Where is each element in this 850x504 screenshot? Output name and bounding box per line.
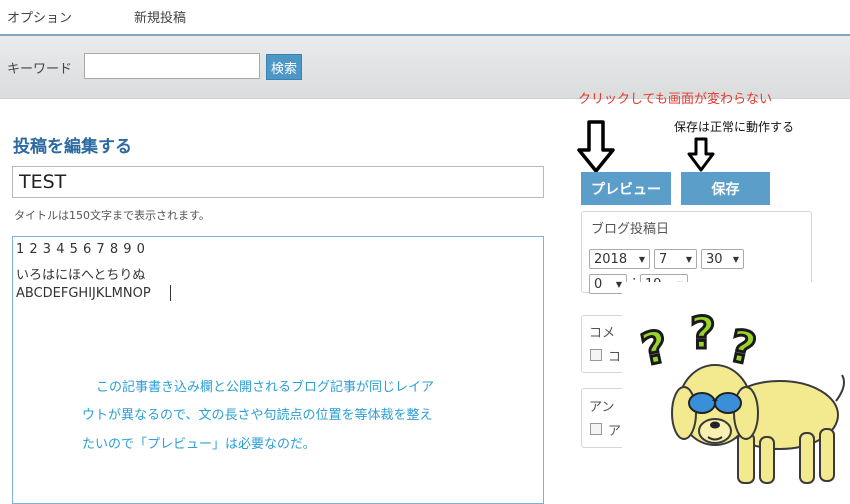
chevron-down-icon: ▼ (638, 254, 645, 264)
search-input[interactable] (84, 53, 260, 79)
month-select[interactable]: 7 ▼ (654, 249, 697, 269)
comments-checkbox[interactable] (590, 349, 602, 361)
top-nav (0, 0, 850, 36)
answer-checkbox-label: ア (608, 424, 622, 439)
title-note: タイトルは150文字まで表示されます。 (14, 209, 210, 222)
post-date-title: ブログ投稿日 (591, 222, 670, 237)
chevron-down-icon: ▼ (732, 254, 739, 264)
preview-broken-note: クリックしても画面が変わらない (578, 92, 772, 107)
year-value: 2018 (594, 251, 628, 267)
arrow-down-outline-icon (577, 120, 615, 173)
body-line: いろはにほへとちりぬ (16, 268, 146, 283)
body-line: ABCDEFGHIJKLMNOP (16, 286, 151, 301)
search-label: キーワード (7, 62, 73, 77)
chevron-down-icon: ▼ (685, 254, 692, 264)
title-input[interactable] (12, 166, 544, 198)
day-value: 30 (706, 251, 723, 267)
hour-value: 0 (594, 276, 603, 292)
annotation-line: この記事書き込み欄と公開されるブログ記事が同じレイア (96, 380, 435, 395)
annotation-line: ウトが異なるので、文の長さや句読点の位置を等体裁を整え (82, 408, 433, 423)
chevron-down-icon: ▼ (615, 279, 622, 289)
search-button[interactable]: 検索 (266, 54, 302, 80)
arrow-down-outline-icon (687, 137, 715, 172)
text-cursor (170, 285, 171, 301)
answer-checkbox[interactable] (590, 423, 602, 435)
comments-checkbox-label: コ (608, 350, 622, 365)
nav-options-link[interactable]: オプション (7, 7, 72, 26)
nav-new-post-link[interactable]: 新規投稿 (134, 7, 186, 26)
body-line: 1 2 3 4 5 6 7 8 9 0 (16, 242, 146, 257)
year-select[interactable]: 2018 ▼ (589, 249, 650, 269)
preview-button[interactable]: プレビュー (581, 172, 671, 205)
answer-title: アン (589, 400, 615, 415)
comments-title: コメ (589, 326, 616, 341)
save-button[interactable]: 保存 (681, 172, 770, 205)
save-works-note: 保存は正常に動作する (674, 120, 795, 134)
page-title: 投稿を編集する (13, 137, 132, 157)
day-select[interactable]: 30 ▼ (701, 249, 744, 269)
dog-sunglasses-illustration (671, 364, 845, 484)
post-date-panel: ブログ投稿日 2018▼ 7▼ 30▼ 0▼ : 19▼ (581, 211, 812, 294)
annotation-line: たいので「プレビュー」は必要なのだ。 (82, 437, 316, 452)
month-value: 7 (659, 251, 668, 267)
